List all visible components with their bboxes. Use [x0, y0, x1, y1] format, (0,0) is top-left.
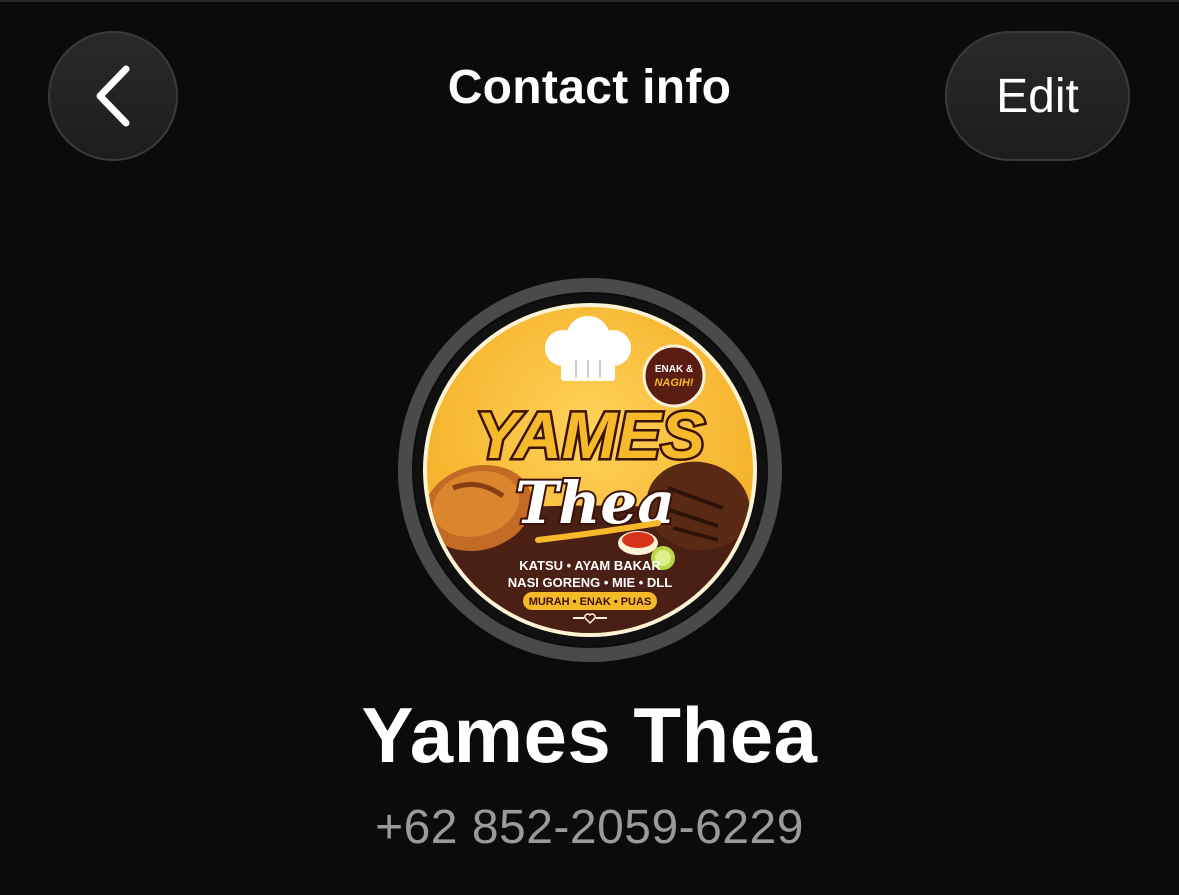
avatar[interactable]: ENAK & NAGIH! YAMES Thea KATSU • AYAM BA…	[398, 278, 782, 662]
logo-brand-top: YAMES	[475, 398, 705, 472]
logo-menu-line1: KATSU • AYAM BAKAR	[519, 558, 661, 573]
contact-phone[interactable]: +62 852-2059-6229	[0, 800, 1179, 855]
svg-text:NAGIH!: NAGIH!	[654, 377, 693, 389]
svg-text:ENAK &: ENAK &	[655, 364, 693, 375]
yames-thea-logo: ENAK & NAGIH! YAMES Thea KATSU • AYAM BA…	[400, 280, 780, 660]
top-divider	[0, 0, 1179, 2]
enak-nagih-badge: ENAK & NAGIH!	[642, 344, 706, 408]
contact-name: Yames Thea	[361, 691, 818, 779]
contact-info-screen: Contact info Edit ENAK & NAGIH! YAMES Th…	[0, 0, 1179, 895]
logo-menu-line2: NASI GORENG • MIE • DLL	[508, 575, 672, 590]
logo-ribbon: MURAH • ENAK • PUAS	[529, 596, 652, 608]
edit-button[interactable]: Edit	[945, 31, 1130, 161]
